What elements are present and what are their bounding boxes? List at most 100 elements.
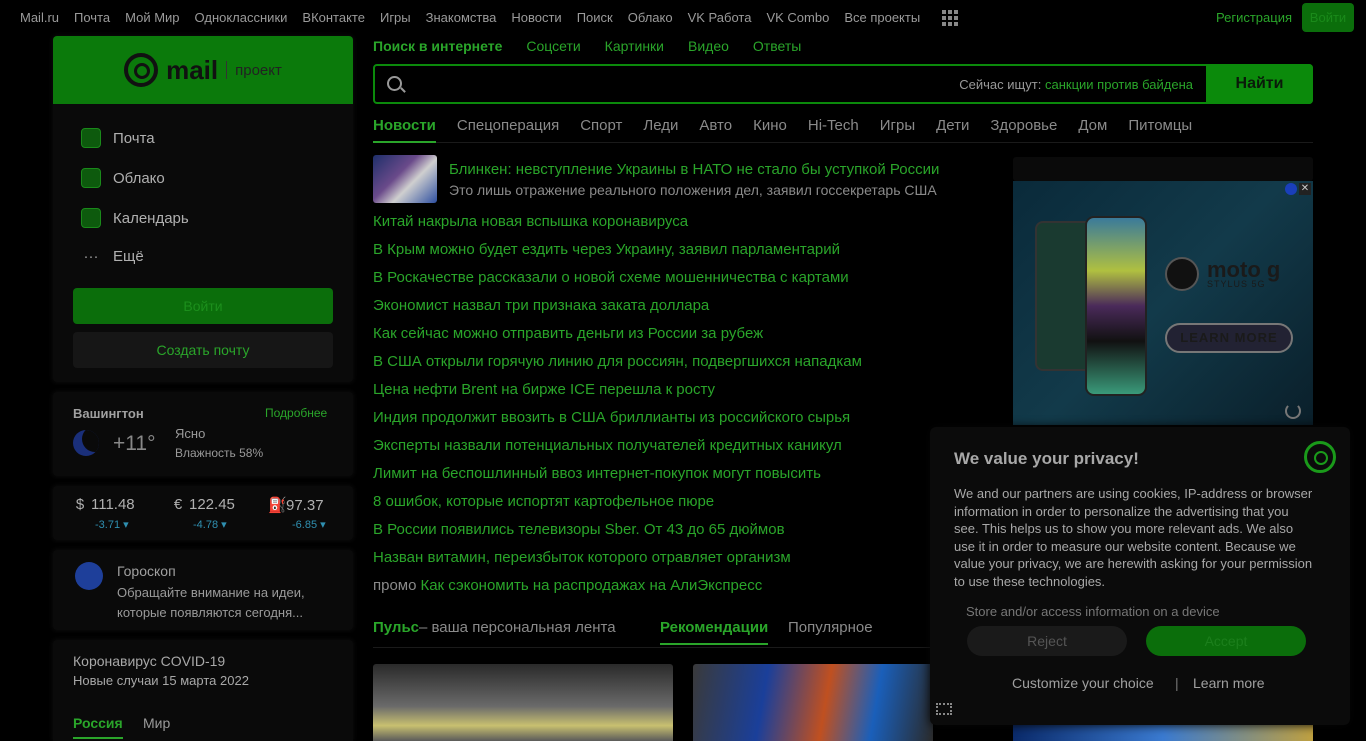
ad-info-icon[interactable] [1285,183,1297,195]
privacy-text: We and our partners are using cookies, I… [954,486,1313,589]
tab-home[interactable]: Дом [1078,117,1107,142]
qr-icon[interactable] [936,703,952,715]
close-icon[interactable]: ✕ [1299,183,1311,195]
customize-link[interactable]: Customize your choice [1012,675,1154,691]
tab-hitech[interactable]: Hi-Tech [808,117,859,142]
nav-link-vk-combo[interactable]: VK Combo [766,10,829,25]
refresh-icon[interactable] [1285,403,1301,419]
feed-card-image[interactable] [373,664,673,741]
nav-link-all-projects[interactable]: Все проекты [844,10,920,25]
pulse-tagline: – ваша персональная лента [419,619,616,636]
tab-auto[interactable]: Авто [699,117,732,142]
search-input[interactable]: Сейчас ищут: санкции против байдена Найт… [373,64,1313,104]
tab-special-operation[interactable]: Спецоперация [457,117,559,142]
weather-more-link[interactable]: Подробнее [265,406,327,420]
news-item[interactable]: Как сейчас можно отправить деньги из Рос… [373,324,993,352]
nav-link-pochta[interactable]: Почта [74,10,110,25]
service-calendar[interactable]: Календарь [81,208,189,228]
nav-link-cloud[interactable]: Облако [628,10,673,25]
nav-link-games[interactable]: Игры [380,10,411,25]
search-tab-web[interactable]: Поиск в интернете [373,38,502,54]
ad-header [1013,157,1313,181]
oil-icon: ⛽ [268,497,287,514]
covid-tab-world[interactable]: Мир [143,715,170,731]
mail-at-logo-icon [1304,441,1336,473]
tab-sport[interactable]: Спорт [580,117,622,142]
nav-link-search[interactable]: Поиск [577,10,613,25]
top-login-button[interactable]: Войти [1302,3,1354,32]
weather-temperature: +11° [113,432,156,455]
lead-news-image[interactable] [373,155,437,203]
trending-query-link[interactable]: санкции против байдена [1045,77,1193,92]
nav-link-vk-rabota[interactable]: VK Работа [688,10,752,25]
news-item[interactable]: Назван витамин, переизбыток которого отр… [373,548,993,576]
news-item[interactable]: В России появились телевизоры Sber. От 4… [373,520,993,548]
search-tab-answers[interactable]: Ответы [753,38,801,54]
tab-lady[interactable]: Леди [643,117,678,142]
tab-recommendations[interactable]: Рекомендации [660,619,769,645]
tab-health[interactable]: Здоровье [990,117,1057,142]
search-icon [387,76,402,91]
news-item[interactable]: Экономист назвал три признака заката дол… [373,296,993,324]
reject-button[interactable]: Reject [967,626,1127,656]
top-bar: Mail.ru Почта Мой Мир Одноклассники ВКон… [0,0,1366,36]
oil-value: 97.37 [286,497,324,514]
news-item[interactable]: Цена нефти Brent на бирже ICE перешла к … [373,380,993,408]
service-label: Облако [113,169,165,187]
service-cloud[interactable]: Облако [81,168,165,188]
usd-rate: $111.48 [73,496,135,513]
covid-tab-russia[interactable]: Россия [73,715,123,739]
tab-popular[interactable]: Популярное [788,619,873,636]
pulse-feed-header: Пульс – ваша персональная лента Рекоменд… [373,619,933,647]
news-item[interactable]: Индия продолжит ввозить в США бриллианты… [373,408,993,436]
news-item[interactable]: 8 ошибок, которые испортят картофельное … [373,492,993,520]
mail-card: mail проект Почта Облако Календарь ··· Е… [53,36,353,382]
search-tab-video[interactable]: Видео [688,38,729,54]
nav-link-mailru[interactable]: Mail.ru [20,10,59,25]
oil-rate: ⛽97.37 [268,496,324,514]
nav-link-moy-mir[interactable]: Мой Мир [125,10,179,25]
trending-query[interactable]: Сейчас ищут: санкции против байдена [959,77,1193,92]
service-more[interactable]: ··· Ещё [81,248,144,265]
weather-condition: Ясно [175,426,206,441]
news-item[interactable]: Китай накрыла новая вспышка коронавируса [373,212,993,240]
search-tab-social[interactable]: Соцсети [526,38,580,54]
tab-games[interactable]: Игры [880,117,915,142]
horoscope-widget[interactable]: Гороскоп Обращайте внимание на идеи, кот… [53,550,353,630]
tab-news[interactable]: Новости [373,117,436,143]
create-mail-button[interactable]: Создать почту [73,332,333,368]
tab-pets[interactable]: Питомцы [1128,117,1192,142]
pulse-brand[interactable]: Пульс [373,619,419,636]
promo-news-item[interactable]: промо Как сэкономить на распродажах на Ал… [373,576,993,604]
nav-link-news[interactable]: Новости [511,10,561,25]
weather-widget[interactable]: Вашингтон Подробнее +11° Ясно Влажность … [53,392,353,476]
search-button[interactable]: Найти [1206,64,1313,104]
ad-banner[interactable]: moto g STYLUS 5G LEARN MORE ✕ [1013,181,1313,425]
news-item[interactable]: В США открыли горячую линию для россиян,… [373,352,993,380]
search-tab-images[interactable]: Картинки [605,38,664,54]
accept-button[interactable]: Accept [1146,626,1306,656]
nav-link-vkontakte[interactable]: ВКонтакте [302,10,365,25]
news-item[interactable]: Эксперты назвали потенциальных получател… [373,436,993,464]
news-item[interactable]: В Роскачестве рассказали о новой схеме м… [373,268,993,296]
apps-grid-icon[interactable] [942,10,958,26]
logo-divider [226,61,228,79]
mail-logo[interactable]: mail проект [53,36,353,104]
covid-title: Коронавирус COVID-19 [73,653,226,669]
nav-link-dating[interactable]: Знакомства [426,10,497,25]
feed-card-image[interactable] [693,664,933,741]
learn-more-link[interactable]: Learn more [1193,675,1265,691]
ad-learn-more-button[interactable]: LEARN MORE [1165,323,1293,353]
news-item[interactable]: В Крым можно будет ездить через Украину,… [373,240,993,268]
lead-news-title[interactable]: Блинкен: невступление Украины в НАТО не … [449,161,939,178]
currency-widget[interactable]: $111.48 -3.71 ▾ €122.45 -4.78 ▾ ⛽97.37 -… [53,486,353,540]
service-label: Календарь [113,209,189,227]
horoscope-title: Гороскоп [117,563,176,579]
register-link[interactable]: Регистрация [1216,10,1292,25]
nav-link-odnoklassniki[interactable]: Одноклассники [195,10,288,25]
tab-kino[interactable]: Кино [753,117,787,142]
tab-kids[interactable]: Дети [936,117,969,142]
news-item[interactable]: Лимит на беспошлинный ввоз интернет-поку… [373,464,993,492]
login-button[interactable]: Войти [73,288,333,324]
service-mail[interactable]: Почта [81,128,155,148]
